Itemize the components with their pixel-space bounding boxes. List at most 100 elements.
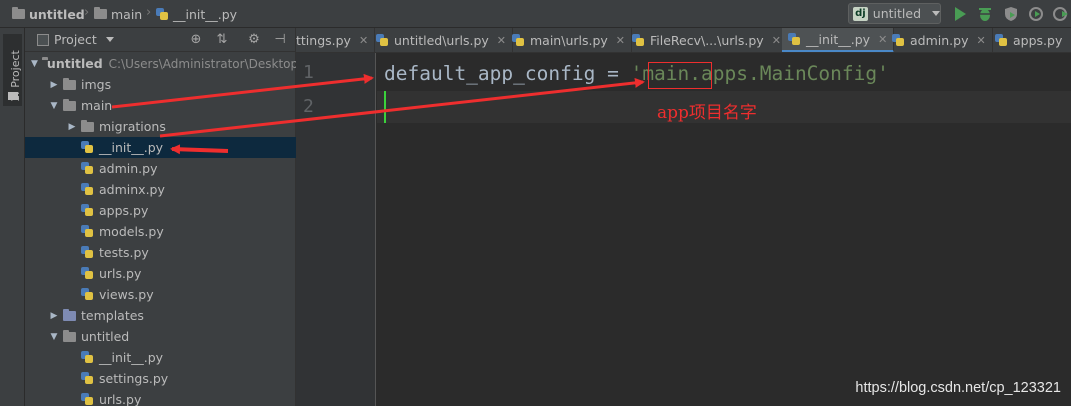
folder-icon: [63, 77, 76, 90]
editor-tab[interactable]: apps.py✕: [989, 28, 1071, 52]
breadcrumb-project[interactable]: untitled: [12, 5, 85, 23]
tree-item-label: models.py: [99, 224, 164, 239]
tree-item-label: migrations: [99, 119, 166, 134]
editor-tab[interactable]: untitled\urls.py ✕: [370, 28, 514, 52]
editor-tab-label: ttings.py: [296, 33, 351, 48]
run-configuration-select[interactable]: dj untitled: [848, 3, 941, 24]
collapse-all-icon[interactable]: ⇅: [215, 33, 229, 47]
code-line-1[interactable]: default_app_config = 'main.apps.MainConf…: [384, 62, 889, 85]
concurrency-icon[interactable]: [1052, 5, 1070, 23]
expand-arrow-icon[interactable]: ▼: [31, 59, 38, 69]
tree-item[interactable]: views.py: [25, 284, 296, 305]
collapse-arrow-icon[interactable]: ▶: [67, 122, 77, 132]
project-icon: [37, 33, 49, 46]
editor-tab-label: __init__.py: [806, 31, 871, 47]
python-file-icon: [788, 32, 801, 46]
folder-icon: [12, 7, 25, 19]
tree-item[interactable]: admin.py: [25, 158, 296, 179]
run-icon[interactable]: [951, 5, 969, 23]
folder-icon: [63, 308, 76, 321]
tree-item[interactable]: ▶ migrations: [25, 116, 296, 137]
code-editor[interactable]: 1 2 default_app_config = 'main.apps.Main…: [296, 53, 1071, 406]
editor-tab[interactable]: ttings.py ✕: [296, 28, 376, 52]
tree-item[interactable]: ▼ untitled C:\Users\Administrator\Desktop: [25, 53, 299, 74]
tree-item[interactable]: urls.py: [25, 263, 296, 284]
tree-item[interactable]: ▶ imgs: [25, 74, 296, 95]
coverage-icon[interactable]: [1002, 5, 1020, 23]
close-icon[interactable]: ✕: [976, 34, 985, 47]
watermark: https://blog.csdn.net/cp_123321: [855, 380, 1061, 396]
python-file-icon: [81, 246, 94, 259]
chevron-down-icon: [932, 11, 940, 16]
folder-icon: [81, 119, 94, 132]
tree-item-label: apps.py: [99, 203, 149, 218]
tree-item[interactable]: ▶ templates: [25, 305, 296, 326]
tree-item-label: templates: [81, 308, 144, 323]
collapse-arrow-icon[interactable]: ▶: [49, 311, 59, 321]
tree-item-path: C:\Users\Administrator\Desktop: [108, 56, 299, 71]
tree-item[interactable]: adminx.py: [25, 179, 296, 200]
python-file-icon: [512, 34, 525, 47]
tree-item[interactable]: ▼ main: [25, 95, 296, 116]
tree-item[interactable]: __init__.py: [25, 137, 296, 158]
python-file-icon: [156, 7, 169, 21]
annotation-highlight-box: [648, 62, 712, 89]
python-file-icon: [376, 34, 389, 47]
breadcrumb-separator: ›: [146, 5, 152, 20]
tree-item[interactable]: apps.py: [25, 200, 296, 221]
code-string-rest: .apps.MainConfig: [689, 62, 878, 85]
text-caret: [384, 91, 386, 123]
editor-tab[interactable]: admin.py ✕: [886, 28, 993, 52]
code-string-quote: ': [877, 62, 889, 85]
folder-icon: [8, 92, 18, 100]
tree-item-label: urls.py: [99, 266, 142, 281]
editor-tab[interactable]: __init__.py ✕: [782, 28, 895, 52]
editor-tab-label: admin.py: [910, 33, 969, 48]
folder-icon: [94, 7, 107, 19]
tool-window-strip: 1: Project: [0, 28, 25, 406]
line-gutter: 1 2: [296, 53, 376, 406]
tree-item-label: __init__.py: [99, 140, 164, 155]
tree-item-label: untitled: [46, 56, 103, 71]
expand-arrow-icon[interactable]: ▼: [49, 101, 59, 111]
python-file-icon: [81, 267, 94, 280]
collapse-arrow-icon[interactable]: ▶: [49, 80, 59, 90]
tree-item[interactable]: __init__.py: [25, 347, 296, 368]
debug-icon[interactable]: [976, 5, 994, 23]
tree-item[interactable]: tests.py: [25, 242, 296, 263]
tree-item-label: urls.py: [99, 392, 142, 406]
close-icon[interactable]: ✕: [359, 34, 368, 47]
python-file-icon: [81, 393, 94, 406]
locate-icon[interactable]: ⊕: [189, 33, 203, 47]
line-number: 2: [303, 96, 314, 117]
hide-icon[interactable]: ⊣: [273, 33, 287, 47]
project-view-select[interactable]: Project: [37, 32, 114, 47]
project-panel-header: Project ⊕ ⇅ ⚙ ⊣: [25, 28, 296, 52]
tree-item-label: admin.py: [99, 161, 158, 176]
profile-icon[interactable]: [1027, 5, 1045, 23]
python-file-icon: [81, 141, 94, 154]
tree-item-label: untitled: [81, 329, 130, 344]
close-icon[interactable]: ✕: [497, 34, 506, 47]
gear-icon[interactable]: ⚙: [247, 33, 261, 47]
tree-item[interactable]: urls.py: [25, 389, 296, 406]
python-file-icon: [81, 372, 94, 385]
tree-item[interactable]: settings.py: [25, 368, 296, 389]
close-icon[interactable]: ✕: [616, 34, 625, 47]
tree-item[interactable]: models.py: [25, 221, 296, 242]
breadcrumb-separator: ›: [84, 5, 90, 20]
close-icon[interactable]: ✕: [772, 34, 781, 47]
editor-tab[interactable]: FileRecv\...\urls.py ✕: [626, 28, 788, 52]
python-file-icon: [995, 34, 1008, 47]
tree-item[interactable]: ▼ untitled: [25, 326, 296, 347]
tree-item-label: main: [81, 98, 113, 113]
breadcrumb-main[interactable]: main: [94, 5, 142, 23]
expand-arrow-icon[interactable]: ▼: [49, 332, 59, 342]
code-string-quote: ': [630, 62, 643, 85]
editor-tab[interactable]: main\urls.py ✕: [506, 28, 633, 52]
python-file-icon: [81, 162, 94, 175]
breadcrumb-file[interactable]: __init__.py: [156, 5, 237, 23]
python-file-icon: [81, 288, 94, 301]
line-number: 1: [303, 62, 314, 83]
navigation-bar: untitled › main › __init__.py dj untitle…: [0, 0, 1071, 28]
